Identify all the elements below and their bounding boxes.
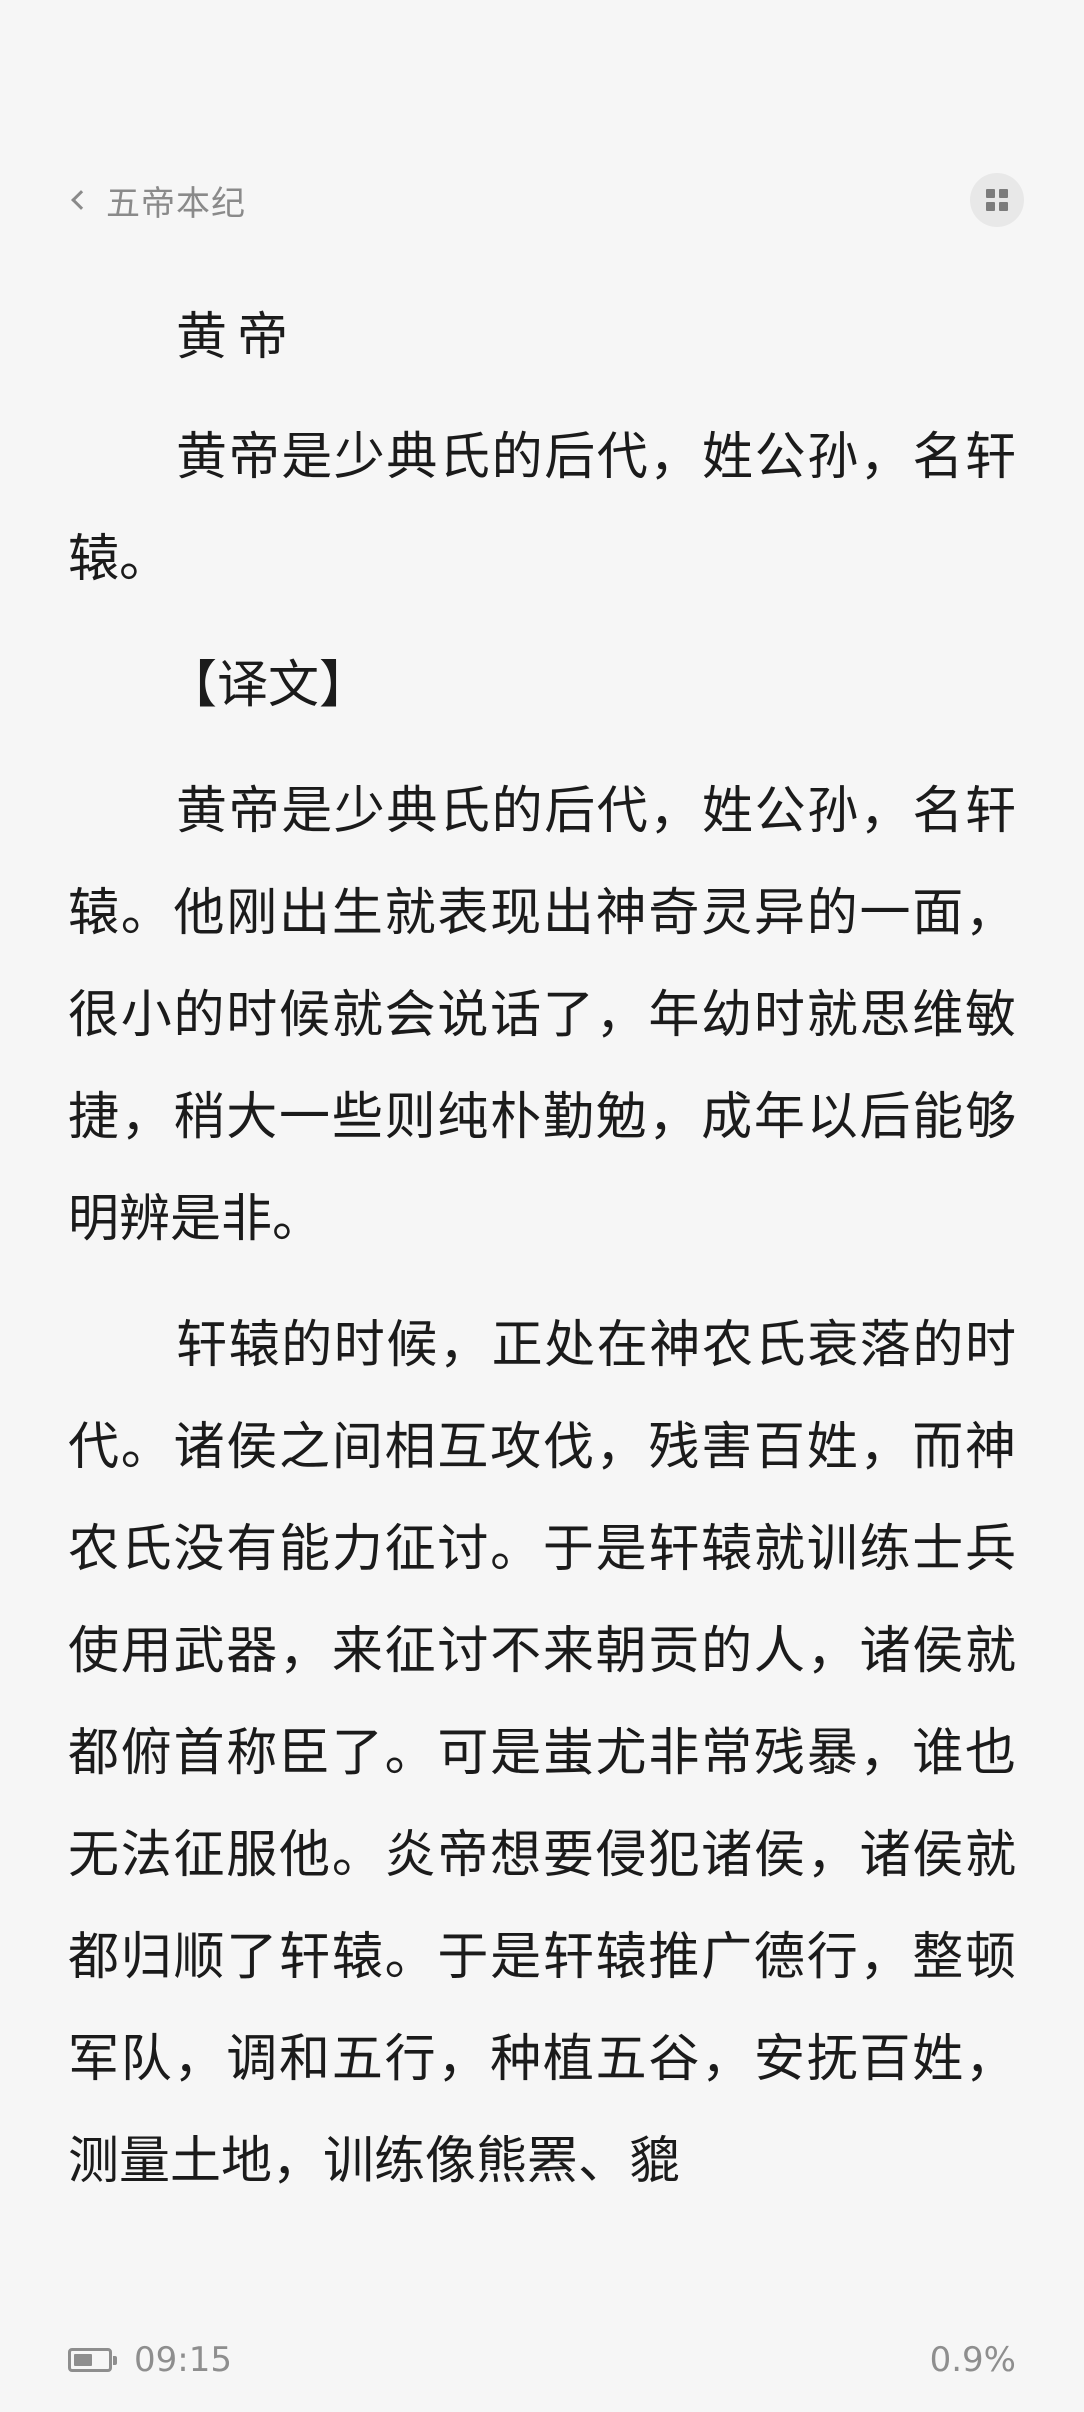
translation-paragraph: 黄帝是少典氏的后代，姓公孙，名轩辕。他刚出生就表现出神奇灵异的一面，很小的时候就… — [68, 782, 1016, 1249]
back-button[interactable]: 五帝本纪 — [68, 176, 246, 225]
translation-paragraph: 轩辕的时候，正处在神农氏衰落的时代。诸侯之间相互攻伐，残害百姓，而神农氏没有能力… — [68, 1316, 1016, 2191]
chapter-title: 五帝本纪 — [106, 183, 246, 224]
top-bar: 五帝本纪 — [68, 170, 1024, 230]
status-bar: 09:15 0.9% — [68, 2336, 1016, 2384]
grid-menu-icon — [986, 189, 1008, 211]
translation-label: 【译文】 — [166, 656, 371, 715]
battery-icon — [68, 2348, 117, 2372]
reading-progress: 0.9% — [929, 2340, 1016, 2380]
clock-time: 09:15 — [134, 2340, 232, 2380]
battery-fill — [74, 2354, 92, 2366]
chevron-left-icon — [71, 190, 91, 210]
status-left: 09:15 — [68, 2340, 232, 2380]
menu-button[interactable] — [970, 173, 1024, 227]
section-heading: 黄帝 — [176, 308, 299, 367]
reading-content: 黄帝 黄帝是少典氏的后代，姓公孙，名轩辕。 【译文】 黄帝是少典氏的后代，姓公孙… — [68, 287, 1016, 2237]
original-text: 黄帝是少典氏的后代，姓公孙，名轩辕。 — [68, 428, 1016, 589]
